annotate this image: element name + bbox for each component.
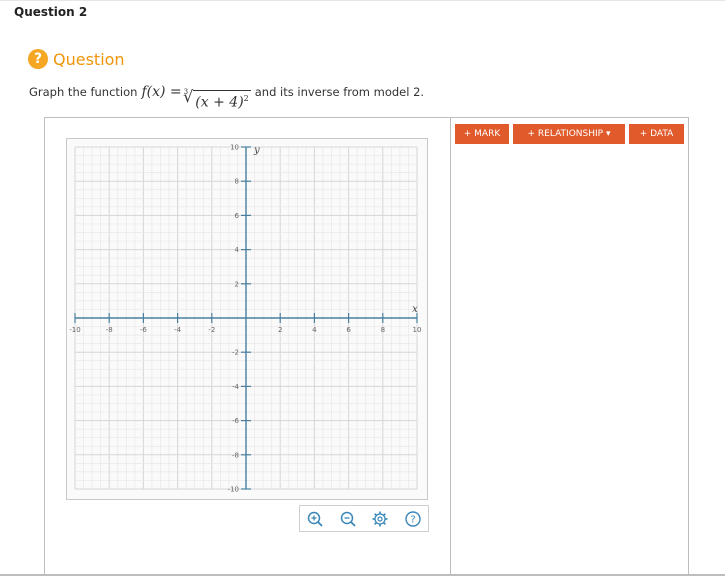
x-tick-label: -2 (208, 326, 215, 334)
top-border (0, 0, 725, 1)
add-relationship-button[interactable]: + RELATIONSHIP ▾ (513, 124, 625, 144)
coordinate-plane[interactable]: -10 -8 -6 -4 -2 2 4 6 8 10 10 8 6 4 2 -2 -4 -6 -8 -10 x y (66, 138, 428, 500)
y-axis-label: y (253, 145, 260, 156)
svg-text:?: ? (410, 515, 415, 526)
function-expression: f(x) = 3 √ (x + 4)2 (141, 84, 251, 111)
y-tick-label: 10 (230, 144, 239, 152)
y-tick-label: -2 (232, 349, 239, 357)
question-prompt: Graph the function f(x) = 3 √ (x + 4)2 a… (29, 84, 424, 111)
y-tick-label: 4 (235, 246, 240, 254)
prompt-after: and its inverse from model 2. (254, 85, 425, 99)
radical-index: 3 (183, 88, 189, 96)
x-tick-label: 10 (413, 326, 422, 334)
x-axis-label: x (412, 304, 418, 315)
x-tick-label: -10 (69, 326, 80, 334)
settings-icon[interactable] (371, 510, 389, 528)
question-label: ? Question (28, 48, 125, 70)
question-label-text: Question (53, 49, 125, 69)
y-tick-label: -4 (232, 383, 240, 391)
x-tick-label: 8 (381, 326, 385, 334)
exponent: 2 (243, 94, 249, 103)
radicand: (x + 4)2 (193, 90, 251, 111)
help-icon[interactable]: ? (404, 510, 422, 528)
y-tick-label: 6 (235, 212, 240, 220)
x-tick-label: -8 (106, 326, 113, 334)
y-tick-label: -10 (228, 486, 239, 494)
x-tick-label: 4 (312, 326, 317, 334)
radicand-text: (x + 4) (195, 94, 244, 111)
cube-root: 3 √ (x + 4)2 (183, 88, 251, 111)
graph-svg[interactable]: -10 -8 -6 -4 -2 2 4 6 8 10 10 8 6 4 2 -2 -4 -6 -8 -10 x y (67, 139, 427, 499)
y-tick-label: 2 (235, 280, 239, 288)
x-tick-label: 6 (346, 326, 351, 334)
x-tick-label: -4 (174, 326, 182, 334)
panel-divider (450, 117, 451, 575)
zoom-out-icon[interactable] (339, 510, 357, 528)
y-tick-label: -8 (232, 451, 239, 459)
function-name: f(x) = (141, 84, 182, 100)
x-tick-label: -6 (140, 326, 148, 334)
add-mark-button[interactable]: + MARK (455, 124, 509, 144)
y-tick-label: -6 (232, 417, 240, 425)
add-data-button[interactable]: + DATA (629, 124, 684, 144)
graph-toolbar: ? (299, 505, 429, 532)
zoom-in-icon[interactable] (306, 510, 324, 528)
x-tick-label: 2 (278, 326, 282, 334)
bottom-border (0, 574, 725, 576)
y-tick-label: 8 (235, 178, 239, 186)
prompt-before: Graph the function (29, 85, 138, 99)
question-header: Question 2 (14, 5, 88, 19)
question-circle-icon: ? (28, 49, 48, 69)
